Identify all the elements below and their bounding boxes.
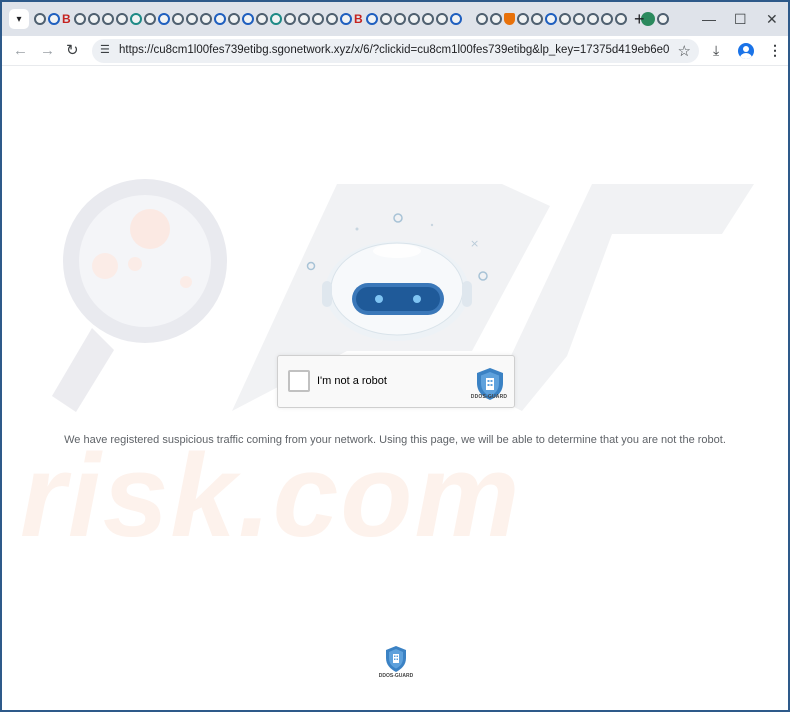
tab-favicon[interactable] (158, 13, 170, 25)
tab-favicon[interactable] (172, 13, 184, 25)
tab-favicon[interactable] (74, 13, 86, 25)
tab-favicon[interactable] (517, 13, 529, 25)
tab-strip: ▾ B B + — ☐ ✕ (2, 2, 788, 36)
menu-icon[interactable]: ⋮ (768, 42, 782, 59)
captcha-logo-text: DDOS-GUARD (470, 394, 508, 400)
tab-favicon-b[interactable]: B (354, 13, 364, 25)
svg-text:×: × (470, 237, 479, 250)
page-content: risk.com × I'm not a robot DDOS-GUARD We… (2, 66, 788, 710)
tab-favicon[interactable] (200, 13, 212, 25)
suspicious-traffic-notice: We have registered suspicious traffic co… (64, 434, 726, 446)
tab-favicon[interactable] (298, 13, 310, 25)
tab-favicon[interactable] (256, 13, 268, 25)
captcha-label: I'm not a robot (317, 375, 387, 387)
ddos-guard-footer-shield-icon (386, 646, 406, 672)
tab-favicon[interactable] (130, 13, 142, 25)
tab-favicon[interactable] (450, 13, 462, 25)
close-button[interactable]: ✕ (766, 10, 778, 28)
address-bar[interactable]: ☰ https://cu8cm1l00fes739etibg.sgonetwor… (92, 39, 699, 63)
tab-favicon-b[interactable]: B (62, 13, 72, 25)
forward-button[interactable]: → (40, 42, 55, 60)
tab-favicon[interactable] (34, 13, 46, 25)
svg-text:risk.com: risk.com (20, 430, 521, 562)
tab-favicon[interactable] (531, 13, 543, 25)
tab-favicon[interactable] (340, 13, 352, 25)
tab-favicon[interactable] (490, 13, 502, 25)
tab-favicon[interactable] (657, 13, 669, 25)
browser-window: ▾ B B + — ☐ ✕ ← → ↻ ☰ https://cu8cm1l00f… (0, 0, 790, 712)
chevron-down-icon: ▾ (16, 13, 22, 25)
tab-favicon[interactable] (214, 13, 226, 25)
profile-icon[interactable] (738, 43, 754, 59)
tab-favicon[interactable] (312, 13, 324, 25)
footer-logo-text: DDOS-GUARD (378, 673, 414, 679)
tab-favicon[interactable] (270, 13, 282, 25)
minimize-button[interactable]: — (702, 10, 716, 28)
tab-favicon[interactable] (186, 13, 198, 25)
url-text[interactable]: https://cu8cm1l00fes739etibg.sgonetwork.… (119, 44, 669, 56)
tab-favicon-shield[interactable] (504, 13, 515, 25)
captcha-checkbox[interactable] (288, 370, 310, 392)
new-tab-button[interactable]: + (634, 9, 645, 29)
tab-favicon[interactable] (559, 13, 571, 25)
tab-favicon[interactable] (573, 13, 585, 25)
bookmark-star-icon[interactable]: ☆ (678, 42, 691, 60)
tab-favicon[interactable] (116, 13, 128, 25)
captcha-widget: I'm not a robot DDOS-GUARD (277, 355, 515, 408)
tab-favicon[interactable] (88, 13, 100, 25)
tab-favicon[interactable] (408, 13, 420, 25)
tab-favicon[interactable] (242, 13, 254, 25)
tab-favicon[interactable] (545, 13, 557, 25)
tab-favicon[interactable] (615, 13, 627, 25)
back-button[interactable]: ← (13, 42, 28, 60)
tab-favicon[interactable] (380, 13, 392, 25)
robot-illustration: × (306, 213, 488, 341)
tab-favicon[interactable] (476, 13, 488, 25)
tab-search-button[interactable]: ▾ (9, 9, 29, 29)
tab-favicon[interactable] (366, 13, 378, 25)
tab-favicon[interactable] (48, 13, 60, 25)
tab-favicon[interactable] (394, 13, 406, 25)
download-icon[interactable]: ⤓ (713, 42, 719, 59)
tab-favicon[interactable] (587, 13, 599, 25)
tab-favicon[interactable] (228, 13, 240, 25)
tab-favicon[interactable] (284, 13, 296, 25)
tab-favicon[interactable] (102, 13, 114, 25)
tab-favicon[interactable] (422, 13, 434, 25)
tab-favicons: B B (34, 11, 669, 27)
maximize-button[interactable]: ☐ (734, 10, 747, 28)
reload-button[interactable]: ↻ (66, 42, 79, 60)
browser-toolbar: ← → ↻ ☰ https://cu8cm1l00fes739etibg.sgo… (2, 36, 788, 66)
tab-favicon[interactable] (144, 13, 156, 25)
tab-favicon[interactable] (436, 13, 448, 25)
tab-favicon[interactable] (326, 13, 338, 25)
tab-favicon[interactable] (601, 13, 613, 25)
site-info-icon[interactable]: ☰ (100, 43, 110, 56)
